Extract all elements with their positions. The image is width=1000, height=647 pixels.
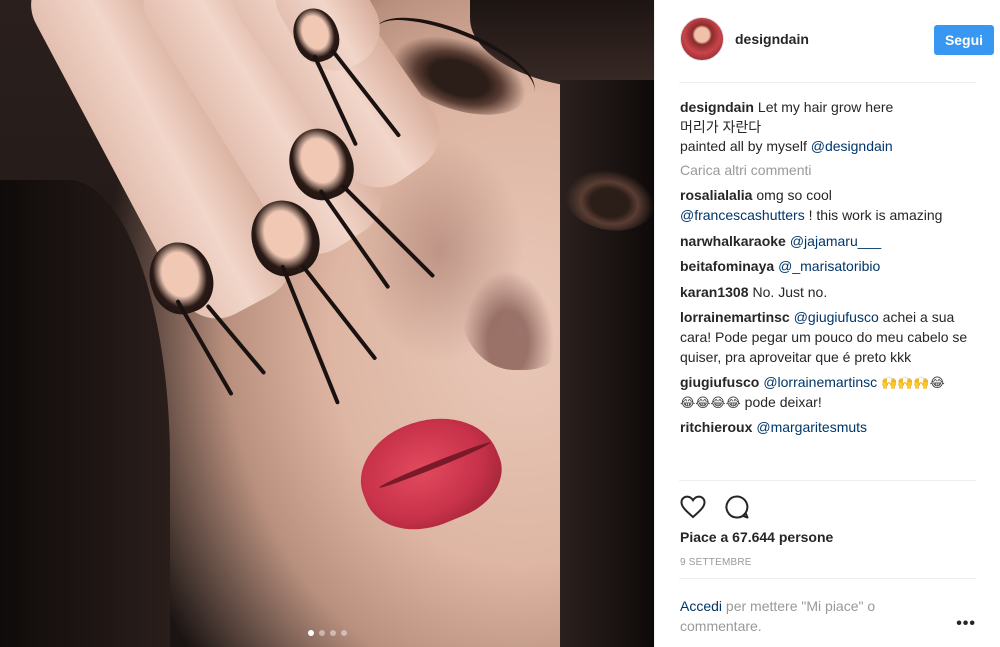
comment-mention[interactable]: @_marisatoribio bbox=[778, 258, 880, 274]
post-photo[interactable] bbox=[0, 0, 654, 647]
emoji-group: 😂😂😂😂 bbox=[680, 394, 741, 410]
list-item: narwhalkaraoke @jajamaru___ bbox=[680, 232, 980, 252]
list-item: rosalialalia omg so cool @francescashutte… bbox=[680, 186, 980, 225]
avatar[interactable] bbox=[680, 17, 724, 61]
comment-text: omg so cool bbox=[756, 187, 832, 204]
hair-right bbox=[560, 80, 654, 647]
list-item: karan1308 No. Just no. bbox=[680, 283, 980, 303]
list-item: ritchieroux @margaritesmuts bbox=[680, 418, 980, 438]
comment-mention[interactable]: @lorrainemartinsc bbox=[763, 374, 877, 390]
emoji-group: 🙌🙌🙌😂 bbox=[881, 375, 945, 391]
post-header: designdain Segui bbox=[655, 0, 1000, 82]
lips bbox=[345, 397, 515, 548]
comment-username[interactable]: karan1308 bbox=[680, 284, 749, 300]
post-date: 9 SETTEMBRE bbox=[680, 557, 752, 568]
comment-list: designdain Let my hair grow here 머리가 자란다 … bbox=[680, 98, 980, 444]
comment-username[interactable]: lorrainemartinsc bbox=[680, 309, 790, 325]
carousel-dot[interactable] bbox=[329, 630, 336, 636]
follow-button[interactable]: Segui bbox=[934, 25, 994, 55]
carousel-dot[interactable] bbox=[340, 630, 347, 636]
list-item: beitafominaya @_marisatoribio bbox=[680, 257, 980, 277]
nail-hair-strand bbox=[280, 264, 341, 405]
caption-mention[interactable]: @designdain bbox=[811, 138, 893, 154]
list-item: giugiufusco @lorrainemartinsc 🙌🙌🙌😂 😂😂😂😂 p… bbox=[680, 373, 980, 412]
carousel-indicator bbox=[0, 630, 654, 636]
login-prompt: Accedi per mettere "Mi piace" o commenta… bbox=[680, 597, 920, 636]
caption-text: painted all by myself bbox=[680, 138, 807, 155]
comment-username[interactable]: beitafominaya bbox=[680, 258, 774, 274]
caption-text: 머리가 자란다 bbox=[680, 118, 762, 135]
comment-mention[interactable]: @jajamaru___ bbox=[790, 233, 881, 249]
comment-mention[interactable]: @francescashutters bbox=[680, 207, 805, 223]
login-link[interactable]: Accedi bbox=[680, 598, 722, 614]
login-prompt-bar: Accedi per mettere "Mi piace" o commenta… bbox=[679, 578, 976, 647]
comment-username[interactable]: giugiufusco bbox=[680, 374, 759, 390]
divider bbox=[679, 82, 976, 83]
comment-mention[interactable]: @giugiufusco bbox=[794, 309, 879, 325]
comment-bubble-icon[interactable] bbox=[723, 493, 751, 521]
carousel-dot-active[interactable] bbox=[307, 630, 314, 636]
post-caption: designdain Let my hair grow here 머리가 자란다 … bbox=[680, 98, 980, 157]
comment-text: No. Just no. bbox=[752, 283, 828, 300]
comment-text: ! this work is amazing bbox=[804, 206, 943, 223]
header-username[interactable]: designdain bbox=[735, 31, 809, 47]
action-bar bbox=[679, 480, 976, 532]
post-side-panel: designdain Segui designdain Let my hair g… bbox=[654, 0, 1000, 647]
comment-text: pode deixar! bbox=[740, 393, 822, 410]
heart-icon[interactable] bbox=[679, 493, 707, 521]
load-more-comments[interactable]: Carica altri commenti bbox=[680, 161, 980, 181]
comment-mention[interactable]: @margaritesmuts bbox=[756, 419, 867, 435]
comment-username[interactable]: rosalialalia bbox=[680, 187, 752, 203]
comment-username[interactable]: ritchieroux bbox=[680, 419, 752, 435]
caption-text: Let my hair grow here bbox=[757, 99, 894, 115]
comment-username[interactable]: narwhalkaraoke bbox=[680, 233, 786, 249]
hair-left bbox=[0, 180, 170, 647]
like-count[interactable]: Piace a 67.644 persone bbox=[680, 529, 833, 545]
carousel-dot[interactable] bbox=[318, 630, 325, 636]
more-options-icon[interactable]: ••• bbox=[956, 615, 976, 633]
list-item: lorrainemartinsc @giugiufusco achei a sua… bbox=[680, 308, 980, 367]
caption-username[interactable]: designdain bbox=[680, 99, 754, 115]
